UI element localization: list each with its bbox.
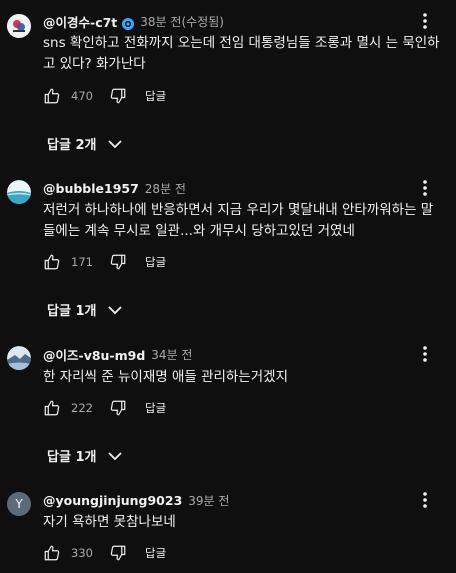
comment-actions: 330 답글 bbox=[43, 542, 166, 564]
comment-text: 자기 욕하면 못참나보네 bbox=[43, 514, 176, 530]
view-replies-button[interactable]: 답글 2개 bbox=[47, 133, 123, 153]
verified-badge-icon bbox=[122, 15, 135, 30]
chevron-down-icon bbox=[108, 450, 123, 461]
thumbs-down-icon[interactable] bbox=[109, 399, 127, 417]
thumbs-up-icon[interactable] bbox=[43, 87, 61, 105]
avatar[interactable] bbox=[7, 346, 31, 370]
chevron-down-icon bbox=[108, 138, 123, 149]
comment-actions: 171 답글 bbox=[43, 251, 166, 273]
like-count: 470 bbox=[71, 89, 93, 103]
avatar[interactable]: Y bbox=[7, 492, 31, 516]
thumbs-up-icon[interactable] bbox=[43, 399, 61, 417]
avatar[interactable] bbox=[7, 14, 31, 38]
thumbs-up-icon[interactable] bbox=[43, 544, 61, 562]
comment-actions: 470 답글 bbox=[43, 85, 166, 107]
view-replies-button[interactable]: 답글 1개 bbox=[47, 299, 123, 319]
comment-time[interactable]: 34분 전 bbox=[151, 346, 192, 363]
author-name[interactable]: @이경수-c7t bbox=[43, 12, 117, 31]
comment-time[interactable]: 38분 전(수정됨) bbox=[140, 13, 224, 30]
like-count: 222 bbox=[71, 401, 93, 415]
more-vert-icon[interactable] bbox=[417, 11, 433, 31]
replies-count-label: 답글 2개 bbox=[47, 137, 97, 153]
avatar-image bbox=[7, 180, 31, 204]
comment-text: 한 자리씩 준 뉴이재명 애들 관리하는거겠지 bbox=[43, 369, 289, 385]
avatar-letter: Y bbox=[15, 497, 23, 511]
like-count: 330 bbox=[71, 546, 93, 560]
more-vert-icon[interactable] bbox=[417, 344, 433, 364]
comment-time[interactable]: 28분 전 bbox=[145, 180, 186, 197]
thumbs-up-icon[interactable] bbox=[43, 253, 61, 271]
comment-text: 저런거 하나하나에 반응하면서 지금 우리가 몇달내내 안타까워하는 말들에는 … bbox=[43, 202, 434, 239]
comment-header: @youngjinjung9023 39분 전 bbox=[43, 490, 229, 510]
more-vert-icon[interactable] bbox=[417, 490, 433, 510]
comment-text: sns 확인하고 전화까지 오는데 전임 대통령님들 조롱과 멸시 는 묵인하고… bbox=[43, 35, 440, 72]
author-name[interactable]: @youngjinjung9023 bbox=[43, 493, 182, 508]
author-name[interactable]: @bubble1957 bbox=[43, 181, 139, 196]
avatar-image bbox=[7, 346, 31, 370]
comment-header: @이경수-c7t 38분 전(수정됨) bbox=[43, 11, 224, 31]
reply-button[interactable]: 답글 bbox=[145, 254, 166, 270]
thumbs-down-icon[interactable] bbox=[109, 544, 127, 562]
thumbs-down-icon[interactable] bbox=[109, 87, 127, 105]
like-count: 171 bbox=[71, 255, 93, 269]
avatar[interactable] bbox=[7, 180, 31, 204]
avatar-image bbox=[7, 14, 31, 38]
replies-count-label: 답글 1개 bbox=[47, 449, 97, 465]
view-replies-button[interactable]: 답글 1개 bbox=[47, 445, 123, 465]
reply-button[interactable]: 답글 bbox=[145, 545, 166, 561]
thumbs-down-icon[interactable] bbox=[109, 253, 127, 271]
chevron-down-icon bbox=[108, 304, 123, 315]
reply-button[interactable]: 답글 bbox=[145, 400, 166, 416]
more-vert-icon[interactable] bbox=[417, 178, 433, 198]
author-name[interactable]: @이즈-v8u-m9d bbox=[43, 345, 145, 364]
replies-count-label: 답글 1개 bbox=[47, 303, 97, 319]
comment-header: @bubble1957 28분 전 bbox=[43, 178, 186, 198]
reply-button[interactable]: 답글 bbox=[145, 88, 166, 104]
comment-time[interactable]: 39분 전 bbox=[188, 492, 229, 509]
comment-actions: 222 답글 bbox=[43, 397, 166, 419]
comment-header: @이즈-v8u-m9d 34분 전 bbox=[43, 344, 192, 364]
